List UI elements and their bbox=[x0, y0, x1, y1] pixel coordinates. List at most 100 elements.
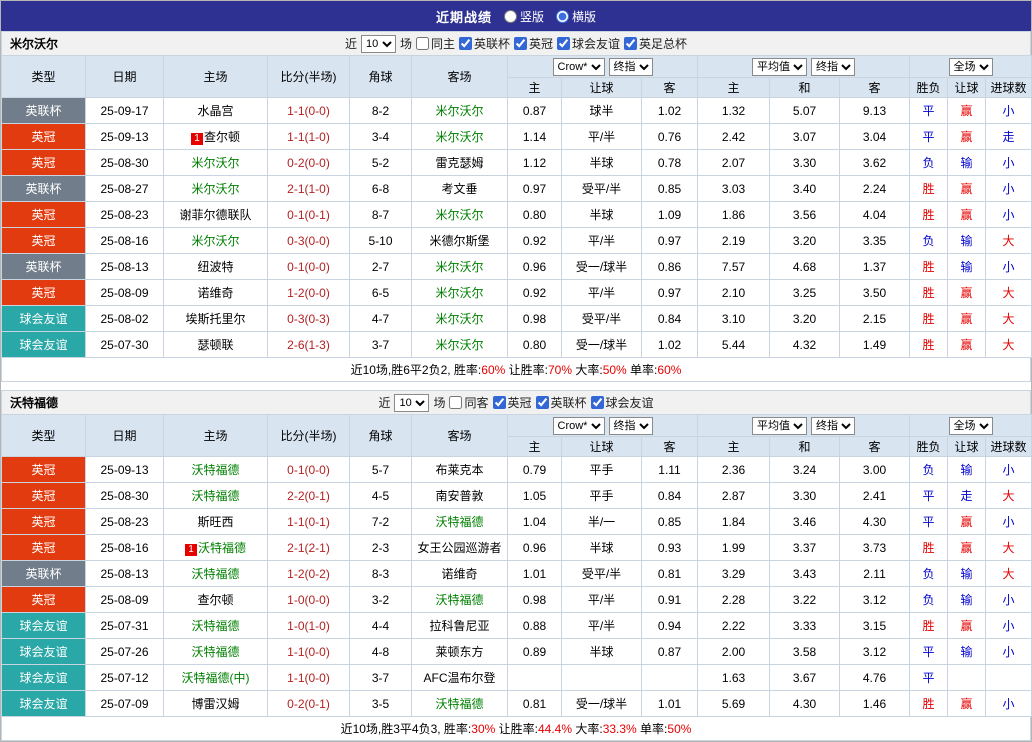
match-score: 0-3(0-3) bbox=[267, 305, 350, 332]
subcol-ah-handicap: 让球 bbox=[561, 77, 642, 98]
same-venue-checkbox[interactable] bbox=[449, 396, 463, 409]
match-row: 英冠 25-08-23 斯旺西 1-1(0-1) 7-2 沃特福德 1.04 半/一 0.85 1… bbox=[1, 508, 1032, 535]
final-odds-select[interactable]: 终指 bbox=[608, 416, 653, 435]
corner-score: 3-7 bbox=[349, 664, 412, 691]
layout-option-vertical[interactable]: 竖版 bbox=[503, 8, 544, 25]
result-handicap: 输 bbox=[947, 227, 987, 254]
competition-filter[interactable]: 球会友谊 bbox=[557, 35, 620, 52]
avg-home-odds: 2.00 bbox=[697, 638, 771, 665]
corner-score: 7-2 bbox=[349, 508, 412, 535]
team-text: 沃特福德(中) bbox=[181, 671, 250, 685]
match-date: 25-09-17 bbox=[85, 97, 164, 124]
competition-filter[interactable]: 球会友谊 bbox=[590, 394, 654, 411]
avg-home-odds: 3.10 bbox=[697, 305, 771, 332]
match-row: 英冠 25-08-30 沃特福德 2-2(0-1) 4-5 南安普敦 1.05 平手 0.84 2… bbox=[1, 482, 1032, 509]
same-venue-filter[interactable]: 同客 bbox=[449, 394, 489, 411]
competition-checkbox[interactable] bbox=[514, 37, 527, 50]
league-badge: 英冠 bbox=[1, 227, 86, 254]
result-goals: 小 bbox=[985, 638, 1032, 665]
match-date: 25-07-30 bbox=[85, 331, 164, 358]
league-badge: 英冠 bbox=[1, 586, 86, 613]
avg-draw-odds: 3.43 bbox=[769, 560, 841, 587]
competition-checkbox[interactable] bbox=[492, 396, 506, 409]
competition-filter[interactable]: 英冠 bbox=[492, 394, 532, 411]
corner-score: 4-7 bbox=[349, 305, 412, 332]
avg-away-odds: 2.11 bbox=[839, 560, 911, 587]
team-text: 沃特福德 bbox=[435, 593, 484, 607]
result-goals: 走 bbox=[985, 123, 1032, 150]
full-match-select[interactable]: 全场 bbox=[948, 416, 993, 435]
team-text: 沃特福德 bbox=[191, 463, 240, 477]
col-away: 客场 bbox=[411, 55, 508, 98]
league-badge: 英冠 bbox=[1, 201, 86, 228]
result-handicap: 赢 bbox=[947, 279, 987, 306]
final-odds-select[interactable]: 终指 bbox=[608, 57, 653, 76]
match-date: 25-09-13 bbox=[85, 123, 164, 150]
final-odds-select[interactable]: 终指 bbox=[811, 57, 856, 76]
match-date: 25-07-31 bbox=[85, 612, 164, 639]
ah-home-odds: 0.97 bbox=[507, 175, 562, 202]
subcol-ah-home: 主 bbox=[507, 77, 562, 98]
avg-home-odds: 2.22 bbox=[697, 612, 771, 639]
competition-filter[interactable]: 英足总杯 bbox=[624, 35, 687, 52]
final-odds-select[interactable]: 终指 bbox=[811, 416, 856, 435]
ah-home-odds: 1.01 bbox=[507, 560, 562, 587]
team-text: 女王公园巡游者 bbox=[417, 541, 502, 555]
ah-away-odds: 0.85 bbox=[640, 175, 699, 202]
competition-filter[interactable]: 英联杯 bbox=[535, 394, 587, 411]
competition-checkbox[interactable] bbox=[557, 37, 571, 50]
league-badge: 球会友谊 bbox=[1, 331, 86, 358]
result-handicap: 走 bbox=[947, 482, 987, 509]
team-section: 米尔沃尔近 10 场同主 英联杯 英冠 球会友谊 英足总杯 类型 日期 主场 比分(半场) 角球 客场 C… bbox=[1, 31, 1032, 382]
match-count-select[interactable]: 10 bbox=[394, 393, 430, 412]
horizontal-layout-radio[interactable] bbox=[556, 9, 569, 23]
avg-away-odds: 9.13 bbox=[839, 97, 911, 124]
competition-label: 球会友谊 bbox=[605, 396, 654, 410]
ah-away-odds: 0.91 bbox=[640, 586, 699, 613]
away-team: 拉科鲁尼亚 bbox=[411, 612, 508, 639]
league-badge: 英冠 bbox=[1, 508, 86, 535]
competition-checkbox[interactable] bbox=[590, 396, 604, 409]
team-text: 沃特福德 bbox=[191, 489, 240, 503]
home-team: 沃特福德 bbox=[163, 612, 268, 639]
avg-home-odds: 5.44 bbox=[697, 331, 771, 358]
avg-draw-odds: 3.58 bbox=[769, 638, 841, 665]
competition-checkbox[interactable] bbox=[535, 396, 549, 409]
avg-away-odds: 1.37 bbox=[839, 253, 911, 280]
competition-filter[interactable]: 英冠 bbox=[514, 35, 553, 52]
layout-option-horizontal[interactable]: 横版 bbox=[556, 8, 596, 25]
match-count-select[interactable]: 10 bbox=[360, 34, 396, 53]
result-wdl: 负 bbox=[909, 560, 949, 587]
vertical-layout-radio[interactable] bbox=[503, 9, 517, 23]
result-wdl: 胜 bbox=[909, 612, 949, 639]
avg-draw-odds: 3.30 bbox=[769, 149, 841, 176]
avg-home-odds: 5.69 bbox=[697, 690, 771, 717]
odds-company-select[interactable]: Crow* bbox=[552, 416, 605, 435]
same-venue-filter[interactable]: 同主 bbox=[415, 35, 455, 52]
odds-company-select[interactable]: Crow* bbox=[552, 57, 605, 76]
league-badge: 英联杯 bbox=[1, 253, 86, 280]
match-row: 英联杯 25-08-27 米尔沃尔 2-1(1-0) 6-8 考文垂 0.97 受平/半 0.8… bbox=[1, 175, 1032, 202]
ah-home-odds: 1.05 bbox=[507, 482, 562, 509]
competition-checkbox[interactable] bbox=[624, 37, 638, 50]
home-team: 埃斯托里尔 bbox=[163, 305, 268, 332]
competition-checkbox[interactable] bbox=[458, 37, 472, 50]
ah-home-odds: 1.12 bbox=[507, 149, 562, 176]
average-odds-select[interactable]: 平均值 bbox=[752, 57, 808, 76]
match-row: 英联杯 25-08-13 沃特福德 1-2(0-2) 8-3 诺维奇 1.01 受平/半 0.8… bbox=[1, 560, 1032, 587]
full-match-select[interactable]: 全场 bbox=[948, 57, 993, 76]
ah-handicap: 平手 bbox=[561, 456, 642, 483]
team-text: 沃特福德 bbox=[191, 645, 240, 659]
match-row: 球会友谊 25-07-30 瑟顿联 2-6(1-3) 3-7 米尔沃尔 0.80 受一/球半 1… bbox=[1, 331, 1032, 358]
summary-segment: 近10场,胜6平2负2, 胜率: bbox=[350, 363, 482, 377]
subcol-result-goals: 进球数 bbox=[985, 436, 1032, 457]
result-handicap: 输 bbox=[947, 586, 987, 613]
home-team: 米尔沃尔 bbox=[163, 149, 268, 176]
same-venue-checkbox[interactable] bbox=[415, 37, 429, 50]
ah-handicap: 平/半 bbox=[561, 612, 642, 639]
filter-bar: 近 10 场 同主 英联杯 英冠 球会友谊 英足总杯 bbox=[345, 34, 687, 53]
competition-filter[interactable]: 英联杯 bbox=[458, 35, 510, 52]
away-team: 米尔沃尔 bbox=[411, 253, 508, 280]
horizontal-layout-label: 横版 bbox=[572, 9, 597, 24]
average-odds-select[interactable]: 平均值 bbox=[752, 416, 808, 435]
